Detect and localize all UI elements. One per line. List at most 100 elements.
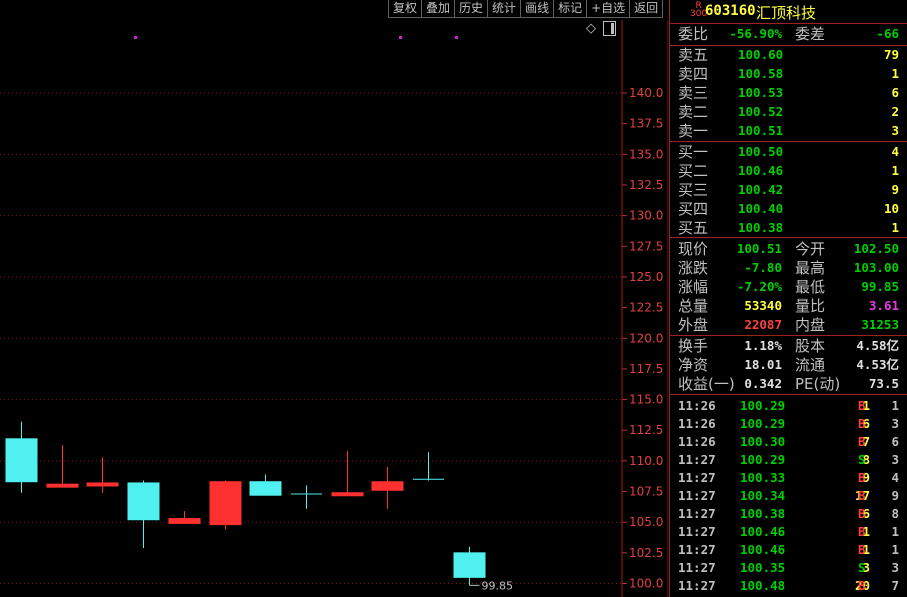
tick-price: 100.29	[740, 398, 786, 413]
axis-tick-label: 130.0	[629, 209, 663, 223]
quote-label: 内盘	[795, 316, 826, 334]
candle-body	[331, 492, 364, 497]
toolbar-button[interactable]: 标记	[554, 0, 588, 18]
axis-tick-label: 112.5	[629, 423, 663, 437]
ratio-value: -56.90%	[729, 26, 782, 41]
tick-time: 11:27	[678, 578, 716, 593]
quote-label: 涨幅	[678, 278, 709, 296]
tick-count: 6	[891, 434, 899, 449]
level-volume: 4	[891, 144, 899, 159]
fund-label: 股本	[795, 337, 826, 355]
level-price: 100.42	[738, 182, 784, 197]
signal-marker	[399, 36, 402, 39]
quote-value: -7.80	[744, 260, 782, 275]
bid-level-row: 买五 100.38 1	[670, 219, 907, 237]
bid-level-row: 买三 100.42 9	[670, 181, 907, 199]
quote-row: 总量 53340 量比 3.61	[670, 297, 907, 315]
trade-tick-row: 11:26 100.30 7 B 6	[670, 433, 907, 451]
tick-side: B	[858, 416, 866, 431]
tick-side: B	[858, 398, 866, 413]
tick-count: 3	[891, 452, 899, 467]
bid-level-row: 买四 100.40 10	[670, 200, 907, 218]
tick-time: 11:27	[678, 452, 716, 467]
stock-code: 603160	[705, 3, 756, 19]
axis-tick-label: 115.0	[629, 393, 663, 407]
tick-time: 11:26	[678, 398, 716, 413]
axis-tick-label: 105.0	[629, 515, 663, 529]
level-label: 卖二	[678, 103, 709, 121]
candle-body	[371, 481, 404, 491]
trade-tick-row: 11:27 100.38 6 B 8	[670, 505, 907, 523]
panel-toggle-icon[interactable]	[603, 21, 616, 36]
quote-value: 53340	[744, 298, 782, 313]
divider	[670, 23, 907, 24]
tick-price: 100.46	[740, 542, 786, 557]
level-price: 100.52	[738, 104, 784, 119]
tick-side: S	[858, 560, 866, 575]
quote-value: -7.20%	[736, 279, 782, 294]
fundamental-row: 净资 18.01 流通 4.53亿	[670, 356, 907, 374]
level-volume: 10	[883, 201, 899, 216]
tick-price: 100.35	[740, 560, 786, 575]
axis-tick-label: 140.0	[629, 86, 663, 100]
quote-value: 102.50	[853, 241, 899, 256]
tick-price: 100.33	[740, 470, 786, 485]
quote-label: 外盘	[678, 316, 709, 334]
tick-price: 100.29	[740, 452, 786, 467]
trade-tick-row: 11:27 100.35 3 S 3	[670, 559, 907, 577]
axis-tick-label: 110.0	[629, 454, 663, 468]
kline-chart[interactable]: 140.0 137.5 135.0 132.5 130.0 127.5 125.0 122.5…	[0, 20, 668, 597]
signal-marker	[134, 36, 137, 39]
level-volume: 79	[883, 47, 899, 62]
fund-value: 18.01	[744, 357, 782, 372]
tick-count: 9	[891, 488, 899, 503]
toolbar-button[interactable]: 复权	[388, 0, 423, 18]
axis-tick-label: 107.5	[629, 485, 663, 499]
tick-time: 11:26	[678, 434, 716, 449]
tick-count: 3	[891, 560, 899, 575]
fund-label: PE(动)	[795, 375, 841, 393]
toolbar-button[interactable]: 返回	[630, 0, 664, 18]
quote-label: 最低	[795, 278, 826, 296]
level-price: 100.53	[738, 85, 784, 100]
tick-side: B	[858, 470, 866, 485]
axis-tick-label: 102.5	[629, 546, 663, 560]
quote-value: 31253	[861, 317, 899, 332]
trade-tick-row: 11:27 100.46 1 B 1	[670, 541, 907, 559]
quote-label: 涨跌	[678, 259, 709, 277]
toolbar-button[interactable]: 画线	[521, 0, 555, 18]
axis-tick-label: 132.5	[629, 178, 663, 192]
tick-count: 7	[891, 578, 899, 593]
ask-level-row: 卖二 100.52 2	[670, 103, 907, 121]
stock-name: 汇顶科技	[756, 4, 817, 22]
fund-value: 4.53亿	[856, 357, 899, 372]
fund-label: 流通	[795, 356, 826, 374]
tick-price: 100.30	[740, 434, 786, 449]
tick-count: 1	[891, 542, 899, 557]
axis-tick-label: 100.0	[629, 577, 663, 591]
tick-side: B	[858, 578, 866, 593]
fund-value: 0.342	[744, 376, 782, 391]
toolbar-button[interactable]: 历史	[455, 0, 489, 18]
ratio-label: 委比	[678, 25, 709, 43]
trade-tick-row: 11:27 100.46 1 B 1	[670, 523, 907, 541]
tick-count: 8	[891, 506, 899, 521]
quote-value: 100.51	[736, 241, 782, 256]
tick-count: 3	[891, 416, 899, 431]
toolbar-button[interactable]: +自选	[587, 0, 631, 18]
quote-label: 最高	[795, 259, 826, 277]
level-volume: 1	[891, 220, 899, 235]
candle-body	[5, 438, 38, 483]
signal-marker	[455, 36, 458, 39]
level-volume: 2	[891, 104, 899, 119]
candle-body	[453, 552, 486, 578]
diamond-icon[interactable]: ◇	[586, 21, 596, 36]
level-price: 100.58	[738, 66, 784, 81]
level-label: 买二	[678, 162, 709, 180]
fund-label: 换手	[678, 337, 709, 355]
toolbar-button[interactable]: 叠加	[422, 0, 456, 18]
toolbar-button[interactable]: 统计	[488, 0, 522, 18]
kline-svg[interactable]: 140.0 137.5 135.0 132.5 130.0 127.5 125.0 122.5…	[0, 20, 668, 597]
ask-level-row: 卖一 100.51 3	[670, 122, 907, 140]
ask-level-row: 卖四 100.58 1	[670, 65, 907, 83]
